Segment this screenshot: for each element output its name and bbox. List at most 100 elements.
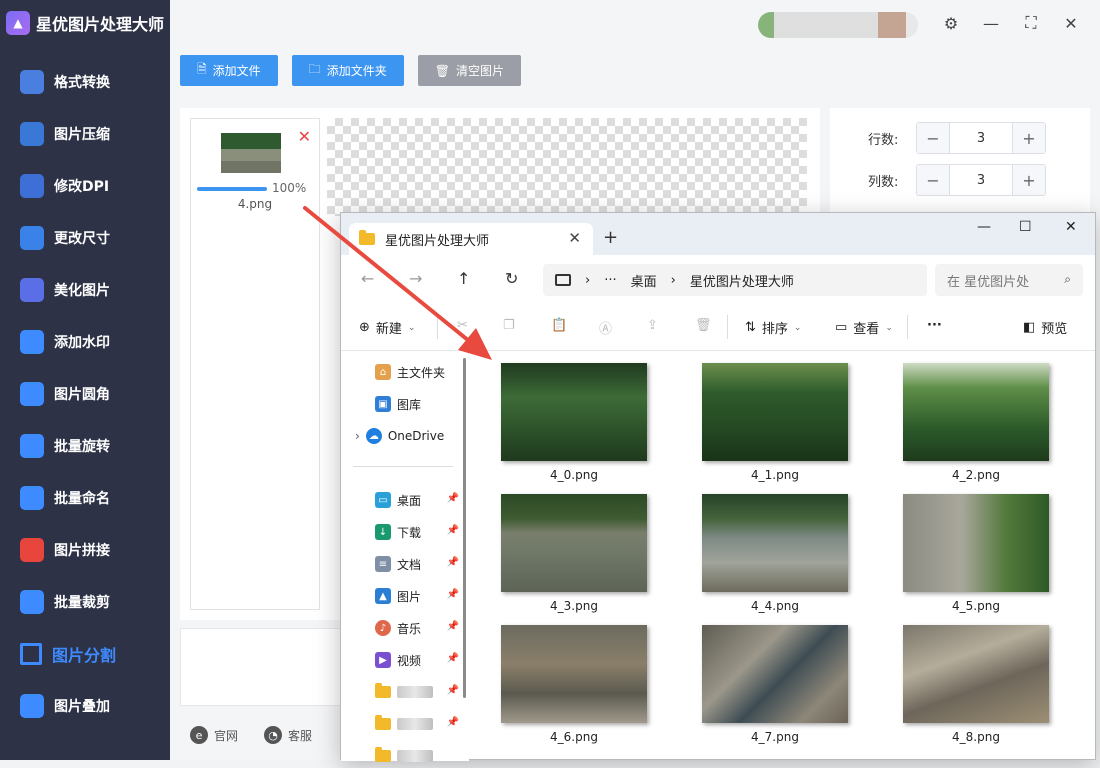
file-thumbnail xyxy=(501,625,647,723)
cols-value[interactable]: 3 xyxy=(949,165,1013,195)
minimize-icon[interactable]: — xyxy=(980,12,1002,34)
cols-decrement-button[interactable]: − xyxy=(917,165,949,195)
rows-label: 行数: xyxy=(868,132,899,148)
delete-icon[interactable]: 🗑 xyxy=(695,318,712,333)
preview-pane-button[interactable]: ◧ 预览 xyxy=(1023,318,1067,337)
minimize-icon[interactable]: — xyxy=(977,219,991,235)
view-label: 查看 xyxy=(853,322,880,337)
close-icon[interactable]: ✕ xyxy=(1065,219,1077,235)
file-tile[interactable]: 4_5.png xyxy=(903,494,1049,613)
nav-videos[interactable]: ▶ 视频 📌 xyxy=(375,648,459,672)
nav-folder-blurred[interactable]: 📌 xyxy=(375,680,459,704)
clear-images-button[interactable]: 🗑 清空图片 xyxy=(417,55,521,86)
file-tile[interactable]: 4_2.png xyxy=(903,363,1049,482)
sidebar-item-label: 格式转换 xyxy=(54,75,110,91)
file-tile[interactable]: 4_7.png xyxy=(702,625,848,744)
divider xyxy=(727,315,728,339)
sidebar-item[interactable]: 添加水印 xyxy=(0,316,170,368)
compress-icon xyxy=(20,122,44,146)
sidebar-item[interactable]: 图片圆角 xyxy=(0,368,170,420)
support-link[interactable]: ◔ 客服 xyxy=(264,726,312,744)
cols-increment-button[interactable]: + xyxy=(1013,165,1045,195)
sidebar-item[interactable]: 美化图片 xyxy=(0,264,170,316)
nav-gallery[interactable]: ▣ 图库 xyxy=(375,392,459,416)
cut-icon[interactable]: ✂ xyxy=(457,318,468,333)
file-tile[interactable]: 4_3.png xyxy=(501,494,647,613)
video-icon: ▶ xyxy=(375,652,391,668)
pin-icon[interactable]: 📌 xyxy=(447,493,459,504)
new-button[interactable]: ⊕ 新建 ⌄ xyxy=(359,318,415,337)
address-field[interactable]: › ··· 桌面 › 星优图片处理大师 xyxy=(543,264,927,296)
copy-icon[interactable]: ❐ xyxy=(503,318,515,333)
share-icon[interactable]: ⇪ xyxy=(647,318,658,333)
sidebar-item[interactable]: 批量裁剪 xyxy=(0,576,170,628)
pin-icon[interactable]: 📌 xyxy=(447,717,459,728)
nav-scrollbar[interactable] xyxy=(463,358,466,698)
paste-icon[interactable]: 📋 xyxy=(551,318,567,333)
rows-value[interactable]: 3 xyxy=(949,123,1013,153)
app-title: 星优图片处理大师 xyxy=(36,15,165,34)
pin-icon[interactable]: 📌 xyxy=(447,557,459,568)
pin-icon[interactable]: 📌 xyxy=(447,525,459,536)
nav-folder-blurred[interactable]: 📌 xyxy=(375,712,459,736)
pin-icon[interactable]: 📌 xyxy=(447,685,459,696)
sidebar-item[interactable]: 更改尺寸 xyxy=(0,212,170,264)
sidebar-item[interactable]: 格式转换 xyxy=(0,56,170,108)
sidebar-item[interactable]: 图片叠加 xyxy=(0,680,170,732)
rows-decrement-button[interactable]: − xyxy=(917,123,949,153)
website-link[interactable]: e 官网 xyxy=(190,726,238,744)
file-tile[interactable]: 4_6.png xyxy=(501,625,647,744)
rows-increment-button[interactable]: + xyxy=(1013,123,1045,153)
settings-sliders-icon[interactable]: ⚙ xyxy=(940,12,962,34)
sidebar-item[interactable]: 图片拼接 xyxy=(0,524,170,576)
breadcrumb-more[interactable]: ··· xyxy=(604,273,616,288)
file-card[interactable]: ✕ 100% 4.png xyxy=(190,118,320,610)
nav-home[interactable]: ⌂ 主文件夹 xyxy=(375,360,459,384)
more-options-button[interactable]: ··· xyxy=(927,318,942,333)
refresh-icon[interactable]: ↻ xyxy=(505,269,518,288)
sidebar-item[interactable]: 图片分割 xyxy=(0,628,170,680)
nav-music[interactable]: ♪ 音乐 📌 xyxy=(375,616,459,640)
sidebar-item[interactable]: 图片压缩 xyxy=(0,108,170,160)
nav-pictures[interactable]: ▲ 图片 📌 xyxy=(375,584,459,608)
nav-pictures-label: 图片 xyxy=(397,589,422,604)
user-avatar[interactable] xyxy=(758,12,918,38)
maximize-icon[interactable]: ⛶ xyxy=(1020,12,1042,34)
add-file-button[interactable]: 🗎 添加文件 xyxy=(180,55,278,86)
pin-icon[interactable]: 📌 xyxy=(447,589,459,600)
file-tile[interactable]: 4_4.png xyxy=(702,494,848,613)
close-icon[interactable]: ✕ xyxy=(1060,12,1082,34)
pin-icon[interactable]: 📌 xyxy=(447,653,459,664)
nav-onedrive[interactable]: › ☁ OneDrive xyxy=(355,424,459,448)
remove-file-icon[interactable]: ✕ xyxy=(298,127,311,146)
nav-desktop[interactable]: ▭ 桌面 📌 xyxy=(375,488,459,512)
view-button[interactable]: ▭ 查看 ⌄ xyxy=(835,318,893,337)
sort-button[interactable]: ⇅ 排序 ⌄ xyxy=(745,318,801,337)
file-tile[interactable]: 4_8.png xyxy=(903,625,1049,744)
pin-icon[interactable]: 📌 xyxy=(447,621,459,632)
maximize-icon[interactable]: ☐ xyxy=(1019,219,1032,235)
nav-folder-blurred[interactable] xyxy=(375,744,459,768)
forward-arrow-icon[interactable]: → xyxy=(409,269,422,288)
breadcrumb-folder[interactable]: 星优图片处理大师 xyxy=(690,271,794,290)
up-arrow-icon[interactable]: ↑ xyxy=(457,269,470,288)
breadcrumb-desktop[interactable]: 桌面 xyxy=(631,271,657,290)
explorer-tab[interactable]: 星优图片处理大师 ✕ xyxy=(349,223,593,255)
clear-images-label: 清空图片 xyxy=(455,64,504,78)
nav-downloads[interactable]: ↓ 下载 📌 xyxy=(375,520,459,544)
chat-icon: ◔ xyxy=(264,726,283,744)
file-tile[interactable]: 4_1.png xyxy=(702,363,848,482)
sidebar-item[interactable]: 批量旋转 xyxy=(0,420,170,472)
file-tile[interactable]: 4_0.png xyxy=(501,363,647,482)
search-input[interactable]: 在 星优图片处 ⌕ xyxy=(935,264,1083,296)
sidebar-item[interactable]: 批量命名 xyxy=(0,472,170,524)
blurred-label xyxy=(397,686,433,698)
close-tab-icon[interactable]: ✕ xyxy=(568,229,581,247)
rename-icon[interactable]: Ⓐ xyxy=(599,318,612,337)
back-arrow-icon[interactable]: ← xyxy=(361,269,374,288)
nav-documents[interactable]: ≡ 文档 📌 xyxy=(375,552,459,576)
format-convert-icon xyxy=(20,70,44,94)
new-tab-icon[interactable]: + xyxy=(603,227,618,248)
add-folder-button[interactable]: 🗀 添加文件夹 xyxy=(291,55,404,86)
sidebar-item[interactable]: 修改DPI xyxy=(0,160,170,212)
